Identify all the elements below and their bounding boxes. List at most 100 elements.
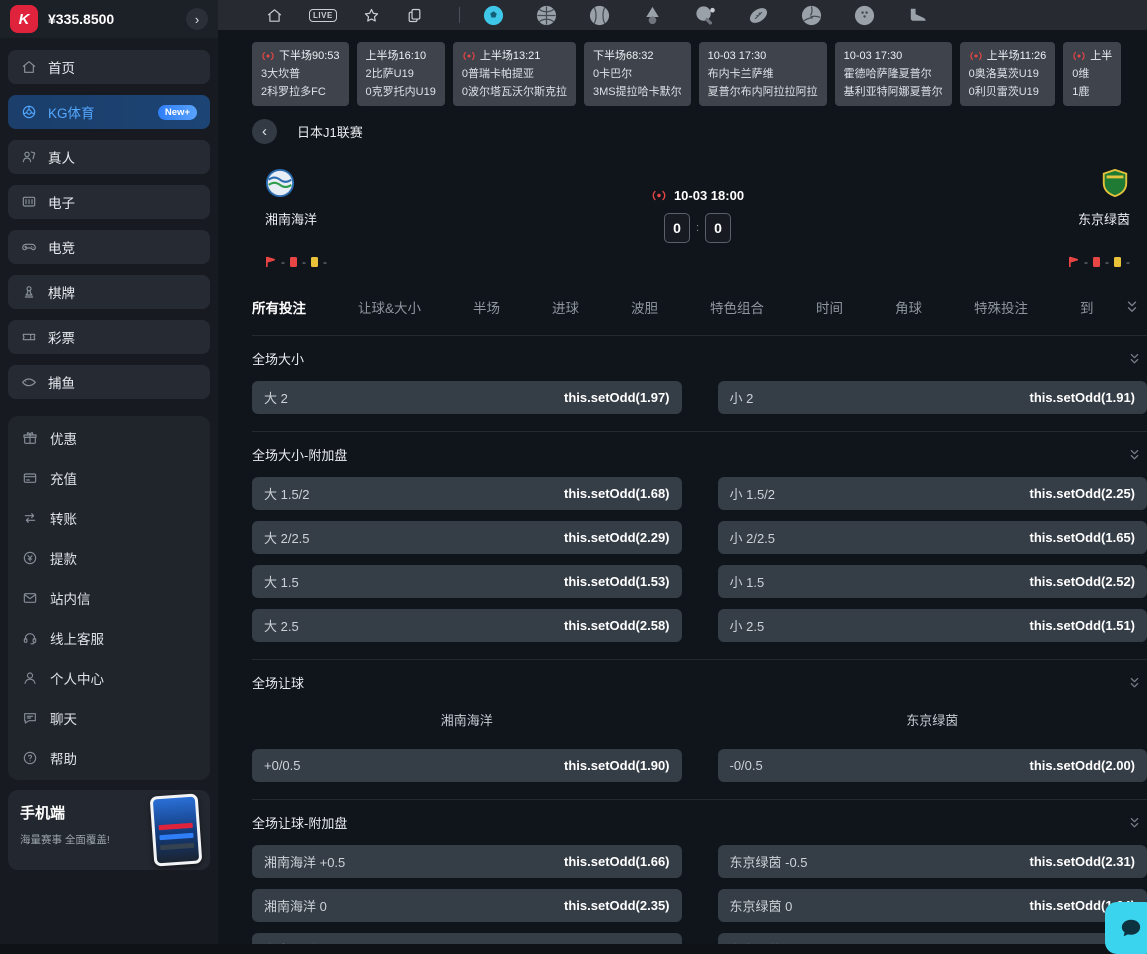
sport-icon-badminton[interactable] <box>641 4 664 27</box>
odds-cell[interactable]: 小 2.5this.setOdd(1.51) <box>718 609 1147 642</box>
collapse-chevron-icon[interactable] <box>1128 816 1141 830</box>
tab-goals[interactable]: 进球 <box>552 297 579 317</box>
live-tab-icon[interactable]: LIVE <box>309 9 337 22</box>
collapse-chevron-icon[interactable] <box>1128 448 1141 462</box>
mobile-app-promo[interactable]: 手机端 海量赛事 全面覆盖! <box>8 790 210 870</box>
collapse-chevron-icon[interactable] <box>1128 352 1141 366</box>
sidebar-item-messages[interactable]: 站内信 <box>8 578 210 618</box>
odds-cell[interactable]: 湘南海洋 -0/0.5this.setOdd(2.75) <box>252 933 682 944</box>
sidebar-item-promotions[interactable]: 优惠 <box>8 418 210 458</box>
sidebar-item-live-casino[interactable]: 真人 <box>8 140 210 174</box>
sidebar-item-withdraw[interactable]: 提款 <box>8 538 210 578</box>
tab-truncated[interactable]: 到 <box>1080 297 1094 317</box>
wallet-expand-button[interactable]: › <box>186 8 208 30</box>
tab-special-combo[interactable]: 特色组合 <box>710 297 764 317</box>
home-score: 0 <box>664 213 690 243</box>
sidebar-item-chess[interactable]: 棋牌 <box>8 275 210 309</box>
tab-time[interactable]: 时间 <box>816 297 843 317</box>
odds-cell[interactable]: +0/0.5this.setOdd(1.90) <box>252 749 682 782</box>
match-card[interactable]: 上半 0维 1鹿 <box>1063 42 1121 106</box>
sidebar-item-esports[interactable]: 电竞 <box>8 230 210 264</box>
tab-all-bets[interactable]: 所有投注 <box>252 297 306 317</box>
match-card[interactable]: 10-03 17:30 霍德哈萨隆夏普尔 基利亚特阿娜夏普尔 <box>835 42 952 106</box>
sport-icon-bowling[interactable] <box>853 4 876 27</box>
match-header: 湘南海洋 - - - 10-03 18:00 0 : 0 东京 <box>265 168 1130 269</box>
balance-amount: ¥335.8500 <box>48 11 114 27</box>
odds-cell[interactable]: 小 2this.setOdd(1.91) <box>718 381 1147 414</box>
stat-separator: - <box>323 255 327 269</box>
sidebar-item-support[interactable]: 线上客服 <box>8 618 210 658</box>
stat-separator: - <box>1126 255 1130 269</box>
sidebar-item-home[interactable]: 首页 <box>8 50 210 84</box>
odds-cell[interactable]: 大 2this.setOdd(1.97) <box>252 381 682 414</box>
tab-half[interactable]: 半场 <box>473 297 500 317</box>
tab-handicap-ou[interactable]: 让球&大小 <box>358 297 421 317</box>
ticket-icon <box>21 329 37 345</box>
sport-icon-shoe[interactable] <box>906 4 929 27</box>
section-full-handicap-extra: 全场让球-附加盘 湘南海洋 +0.5this.setOdd(1.66) 东京绿茵… <box>252 800 1147 944</box>
sport-icon-basketball[interactable] <box>535 4 558 27</box>
odds-cell[interactable]: -0/0.5this.setOdd(2.00) <box>718 749 1147 782</box>
sidebar-item-transfer[interactable]: 转账 <box>8 498 210 538</box>
sport-icon-soccer[interactable] <box>482 4 505 27</box>
tabs-expand-chevron-icon[interactable] <box>1125 299 1139 315</box>
match-card[interactable]: 下半场90:53 3大坎普 2科罗拉多FC <box>252 42 349 106</box>
match-time: 下半场68:32 <box>593 47 654 65</box>
sport-icon-baseball[interactable] <box>588 4 611 27</box>
home-team-name: 湘南海洋 <box>265 209 651 228</box>
match-card[interactable]: 下半场68:32 0卡巴尔 3MS提拉哈卡默尔 <box>584 42 691 106</box>
markets-list: 全场大小 大 2this.setOdd(1.97) 小 2this.setOdd… <box>252 335 1147 944</box>
soccer-ball-icon <box>21 104 37 120</box>
favorites-star-icon[interactable] <box>363 7 380 24</box>
odds-cell[interactable]: 东京绿茵 +0/0.5this.setOdd( <box>718 933 1147 944</box>
odds-cell[interactable]: 大 2.5this.setOdd(2.58) <box>252 609 682 642</box>
odds-cell[interactable]: 大 1.5this.setOdd(1.53) <box>252 565 682 598</box>
odds-value: this.setOdd(1.53) <box>564 574 669 589</box>
sidebar-item-label: 充值 <box>50 468 77 488</box>
odds-cell[interactable]: 小 1.5this.setOdd(2.52) <box>718 565 1147 598</box>
section-title: 全场大小 <box>252 349 304 368</box>
match-card[interactable]: 上半场16:10 2比萨U19 0克罗托内U19 <box>357 42 445 106</box>
home-tab-icon[interactable] <box>266 7 283 24</box>
home-team: 0卡巴尔 <box>593 65 682 83</box>
odds-cell[interactable]: 湘南海洋 +0.5this.setOdd(1.66) <box>252 845 682 878</box>
back-button[interactable]: ‹ <box>252 119 277 144</box>
sidebar-item-kg-sports[interactable]: KG体育 New+ <box>8 95 210 129</box>
match-card[interactable]: 上半场11:26 0奥洛莫茨U19 0利贝雷茨U19 <box>960 42 1056 106</box>
sport-icon-table-tennis[interactable] <box>694 4 717 27</box>
tab-special-bets[interactable]: 特殊投注 <box>974 297 1028 317</box>
sidebar-item-chat[interactable]: 聊天 <box>8 698 210 738</box>
sidebar-item-slots[interactable]: 电子 <box>8 185 210 219</box>
odds-cell[interactable]: 小 1.5/2this.setOdd(2.25) <box>718 477 1147 510</box>
sport-icon-volleyball[interactable] <box>800 4 823 27</box>
brand-logo[interactable]: K <box>10 5 38 33</box>
sidebar-item-fishing[interactable]: 捕鱼 <box>8 365 210 399</box>
match-card[interactable]: 10-03 17:30 布内卡兰萨维 夏普尔布内阿拉拉阿拉 <box>699 42 827 106</box>
tab-corners[interactable]: 角球 <box>895 297 922 317</box>
sidebar-item-profile[interactable]: 个人中心 <box>8 658 210 698</box>
home-team: 2比萨U19 <box>366 65 436 83</box>
sidebar-item-label: 棋牌 <box>48 282 75 302</box>
customer-service-fab[interactable] <box>1105 902 1147 954</box>
tab-correct-score[interactable]: 波胆 <box>631 297 658 317</box>
odds-cell[interactable]: 大 2/2.5this.setOdd(2.29) <box>252 521 682 554</box>
match-card[interactable]: 上半场13:21 0普瑞卡帕提亚 0波尔塔瓦沃尔斯克拉 <box>453 42 576 106</box>
section-title: 全场让球 <box>252 673 304 692</box>
home-team: 布内卡兰萨维 <box>708 65 818 83</box>
betslip-copy-icon[interactable] <box>406 7 423 24</box>
odds-label: 东京绿茵 0 <box>730 896 793 915</box>
odds-cell[interactable]: 东京绿茵 0this.setOdd(1.64) <box>718 889 1147 922</box>
sidebar-item-deposit[interactable]: 充值 <box>8 458 210 498</box>
match-time: 10-03 17:30 <box>708 47 767 65</box>
sidebar-item-lottery[interactable]: 彩票 <box>8 320 210 354</box>
odds-value: this.setOdd(1.65) <box>1030 530 1135 545</box>
odds-cell[interactable]: 湘南海洋 0this.setOdd(2.35) <box>252 889 682 922</box>
odds-cell[interactable]: 小 2/2.5this.setOdd(1.65) <box>718 521 1147 554</box>
sport-icon-rugby[interactable] <box>747 4 770 27</box>
odds-cell[interactable]: 东京绿茵 -0.5this.setOdd(2.31) <box>718 845 1147 878</box>
odds-cell[interactable]: 大 1.5/2this.setOdd(1.68) <box>252 477 682 510</box>
sidebar-item-help[interactable]: 帮助 <box>8 738 210 778</box>
section-title: 全场让球-附加盘 <box>252 813 347 832</box>
odds-label: -0/0.5 <box>730 758 763 773</box>
collapse-chevron-icon[interactable] <box>1128 676 1141 690</box>
